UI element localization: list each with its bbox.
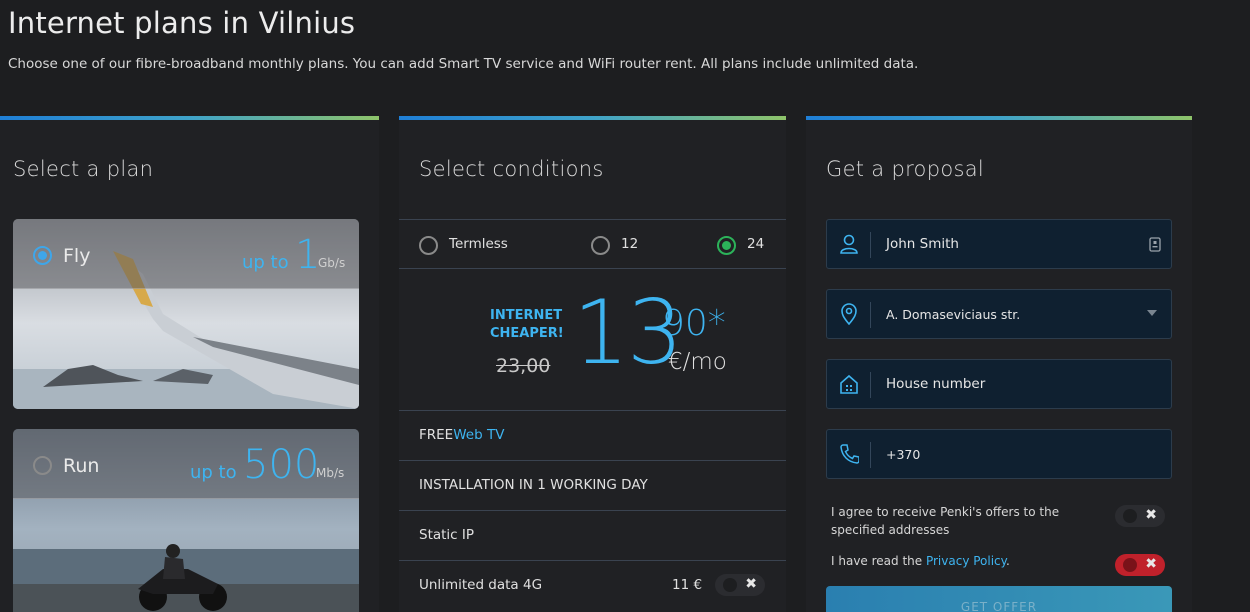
name-input[interactable]: John Smith (886, 236, 959, 252)
term-label: 24 (747, 236, 765, 252)
old-price: 23,00 (496, 355, 551, 377)
plan-upto-label: up to (242, 252, 289, 273)
phone-input[interactable]: +370 (886, 447, 920, 462)
term-radio[interactable] (419, 236, 438, 255)
select-plan-panel: Select a plan Fly up to 1 Gb/s Run up to… (0, 116, 379, 612)
close-icon: ✖ (1145, 507, 1157, 523)
feature-row-web-tv: FREEWeb TV (399, 410, 786, 460)
term-label: Termless (449, 236, 508, 252)
consent-privacy-toggle[interactable]: ✖ (1115, 554, 1165, 576)
consent-privacy-suffix: . (1006, 554, 1010, 568)
promo-badge: INTERNET CHEAPER! (490, 308, 564, 341)
close-icon: ✖ (745, 576, 757, 592)
plan-speed-unit: Gb/s (318, 256, 346, 270)
user-icon (840, 234, 858, 254)
feature-row-unlimited-data: Unlimited data 4G 11 € ✖ (399, 560, 786, 612)
feature-label: FREEWeb TV (419, 427, 504, 443)
consent-privacy-prefix: I have read the (831, 554, 926, 568)
close-icon: ✖ (1145, 556, 1157, 572)
toggle-knob (1123, 509, 1137, 523)
get-proposal-heading: Get a proposal (826, 157, 985, 181)
plan-name: Fly (63, 245, 91, 267)
price-block: INTERNET CHEAPER! 23,00 13 90* €/mo (399, 268, 786, 410)
page-subtitle: Choose one of our fibre-broadband monthl… (8, 56, 919, 72)
select-plan-heading: Select a plan (13, 157, 154, 181)
address-select[interactable]: A. Domaseviciaus str. (886, 307, 1020, 322)
feature-label: INSTALLATION IN 1 WORKING DAY (419, 477, 648, 493)
feature-label: Static IP (419, 527, 475, 543)
panel-accent-bar (806, 116, 1192, 120)
consent-offers-toggle[interactable]: ✖ (1115, 505, 1165, 527)
consent-offers-text: I agree to receive Penki's offers to the… (831, 505, 1060, 537)
phone-icon (840, 444, 859, 464)
term-radio[interactable] (591, 236, 610, 255)
feature-free-prefix: FREE (419, 427, 454, 443)
plan-radio-fly[interactable] (33, 246, 52, 265)
plan-upto-label: up to (190, 462, 237, 483)
field-divider (870, 442, 871, 468)
get-offer-button[interactable]: GET OFFER (826, 586, 1172, 612)
name-field[interactable]: John Smith (826, 219, 1172, 269)
privacy-policy-link[interactable]: Privacy Policy (926, 554, 1006, 568)
select-conditions-panel: Select conditions Termless 12 24 INTERNE… (399, 116, 786, 612)
unlimited-data-toggle[interactable]: ✖ (715, 574, 765, 596)
plan-name: Run (63, 455, 100, 477)
toggle-knob (723, 578, 737, 592)
house-icon (840, 374, 858, 394)
page-title: Internet plans in Vilnius (8, 6, 356, 40)
house-number-input[interactable]: House number (886, 376, 985, 392)
field-divider (870, 372, 871, 398)
contact-card-icon[interactable] (1149, 237, 1161, 252)
consent-privacy-text: I have read the Privacy Policy. (831, 552, 1010, 570)
phone-field[interactable]: +370 (826, 429, 1172, 479)
select-conditions-heading: Select conditions (419, 157, 604, 181)
plan-card-fly[interactable]: Fly up to 1 Gb/s (13, 219, 359, 409)
plan-radio-run[interactable] (33, 456, 52, 475)
toggle-knob (1123, 558, 1137, 572)
plan-speed: 500 (243, 442, 320, 488)
price-decimal: 90* (662, 303, 726, 344)
web-tv-link[interactable]: Web TV (453, 427, 504, 443)
plan-speed: 1 (295, 232, 321, 278)
address-field[interactable]: A. Domaseviciaus str. (826, 289, 1172, 339)
price-unit: €/mo (668, 349, 727, 375)
feature-row-static-ip: Static IP (399, 510, 786, 560)
get-proposal-panel: Get a proposal John Smith A. Domasevicia… (806, 116, 1192, 612)
location-pin-icon (841, 303, 857, 325)
term-radio[interactable] (717, 236, 736, 255)
house-number-field[interactable]: House number (826, 359, 1172, 409)
panel-accent-bar (399, 116, 786, 120)
feature-row-installation: INSTALLATION IN 1 WORKING DAY (399, 460, 786, 510)
feature-label: Unlimited data 4G (419, 577, 543, 593)
plan-card-run[interactable]: Run up to 500 Mb/s (13, 429, 359, 612)
field-divider (870, 232, 871, 258)
term-label: 12 (621, 236, 639, 252)
feature-price: 11 € (672, 577, 703, 593)
chevron-down-icon[interactable] (1147, 310, 1157, 316)
term-selector: Termless 12 24 (399, 219, 786, 268)
plan-speed-unit: Mb/s (316, 466, 345, 480)
field-divider (870, 302, 871, 328)
panel-accent-bar (0, 116, 379, 120)
